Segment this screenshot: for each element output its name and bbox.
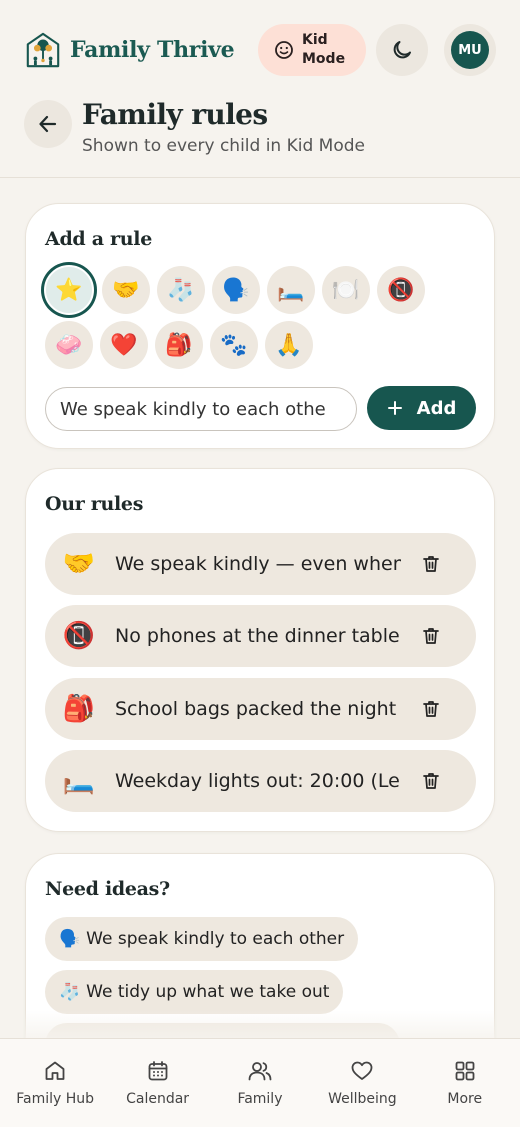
idea-chip[interactable]: 🗣️ We speak kindly to each other xyxy=(45,917,359,961)
emoji-option[interactable]: ❤️ xyxy=(100,321,148,369)
nav-family[interactable]: Family xyxy=(210,1039,310,1127)
rule-item[interactable]: 🛏️ Weekday lights out: 20:00 (Ler xyxy=(45,750,476,812)
rule-emoji-icon: 🛏️ xyxy=(62,766,96,796)
rule-text: Weekday lights out: 20:00 (Ler xyxy=(115,770,401,792)
emoji-option[interactable]: 📵 xyxy=(377,266,425,314)
grid-icon xyxy=(455,1061,475,1081)
nav-label: Calendar xyxy=(126,1091,190,1107)
emoji-option[interactable]: 🧦 xyxy=(157,266,205,314)
nav-calendar[interactable]: Calendar xyxy=(108,1039,208,1127)
avatar-button[interactable]: MU xyxy=(444,24,496,76)
our-rules-title: Our rules xyxy=(45,493,144,515)
dark-mode-toggle[interactable] xyxy=(376,24,428,76)
nav-label: Wellbeing xyxy=(328,1091,397,1107)
idea-chip[interactable]: 🧦 We tidy up what we take out xyxy=(45,970,344,1014)
rule-item[interactable]: 📵 No phones at the dinner table xyxy=(45,605,476,667)
our-rules-card: Our rules 🤝 We speak kindly — even when … xyxy=(25,468,495,832)
nav-wellbeing[interactable]: Wellbeing xyxy=(312,1039,412,1127)
nav-more[interactable]: More xyxy=(415,1039,515,1127)
back-button[interactable] xyxy=(24,100,72,148)
brand[interactable]: Family Thrive xyxy=(24,31,258,69)
nav-family-hub[interactable]: Family Hub xyxy=(5,1039,105,1127)
delete-rule-button[interactable] xyxy=(411,616,451,656)
top-bar: Family Thrive Kid Mode MU xyxy=(0,0,520,100)
header-divider xyxy=(0,177,520,178)
emoji-option[interactable]: 🤝 xyxy=(102,266,150,314)
emoji-option[interactable]: ⭐ xyxy=(44,265,94,315)
trash-icon xyxy=(423,701,439,717)
page-header: Family rules Shown to every child in Kid… xyxy=(24,98,365,156)
kid-mode-button[interactable]: Kid Mode xyxy=(258,24,366,76)
emoji-option[interactable]: 🙏 xyxy=(265,321,313,369)
add-rule-label: Add xyxy=(416,397,457,419)
rule-text-input[interactable]: We speak kindly to each othe xyxy=(45,387,357,431)
rule-text: No phones at the dinner table xyxy=(115,625,400,647)
bottom-nav: Family Hub Calendar Family Wellbeing Mor… xyxy=(0,1038,520,1127)
emoji-option[interactable]: 🧼 xyxy=(45,321,93,369)
family-tree-logo-icon xyxy=(26,32,60,68)
brand-name: Family Thrive xyxy=(70,37,235,63)
rule-text: School bags packed the night xyxy=(115,698,397,720)
nav-label: More xyxy=(447,1091,483,1107)
rule-emoji-icon: 📵 xyxy=(62,621,96,651)
page-title: Family rules xyxy=(82,98,268,131)
trash-icon xyxy=(423,628,439,644)
calendar-icon xyxy=(148,1061,167,1081)
trash-icon xyxy=(423,773,439,789)
add-rule-button[interactable]: Add xyxy=(367,386,476,430)
emoji-option[interactable]: 🎒 xyxy=(155,321,203,369)
idea-text: We tidy up what we take out xyxy=(86,982,330,1002)
rule-emoji-icon: 🤝 xyxy=(62,549,96,579)
idea-text: We speak kindly to each other xyxy=(86,929,345,949)
home-icon xyxy=(45,1061,65,1080)
add-rule-card: Add a rule ⭐ 🤝 🧦 🗣️ 🛏️ 🍽️ 📵 🧼 ❤️ 🎒 🐾 🙏 We speak kin… xyxy=(25,203,495,449)
delete-rule-button[interactable] xyxy=(411,761,451,801)
rule-text: We speak kindly — even when xyxy=(115,553,401,575)
rule-item[interactable]: 🎒 School bags packed the night xyxy=(45,678,476,740)
idea-emoji-icon: 🧦 xyxy=(59,982,81,1002)
ideas-title: Need ideas? xyxy=(45,878,170,900)
nav-label: Family Hub xyxy=(16,1091,95,1107)
idea-emoji-icon: 🗣️ xyxy=(59,929,81,949)
emoji-picker: ⭐ 🤝 🧦 🗣️ 🛏️ 🍽️ 📵 🧼 ❤️ 🎒 🐾 🙏 xyxy=(44,265,445,369)
emoji-option[interactable]: 🗣️ xyxy=(212,266,260,314)
scroll-fade xyxy=(25,1010,495,1040)
heart-icon xyxy=(351,1061,373,1080)
rule-item[interactable]: 🤝 We speak kindly — even when xyxy=(45,533,476,595)
trash-icon xyxy=(423,556,439,572)
emoji-option[interactable]: 🛏️ xyxy=(267,266,315,314)
moon-icon xyxy=(393,41,411,59)
rule-emoji-icon: 🎒 xyxy=(62,694,96,724)
arrow-left-icon xyxy=(39,115,57,133)
nav-label: Family xyxy=(237,1091,283,1107)
plus-icon xyxy=(387,401,402,415)
avatar: MU xyxy=(451,31,489,69)
add-rule-title: Add a rule xyxy=(45,228,152,250)
delete-rule-button[interactable] xyxy=(411,689,451,729)
emoji-option[interactable]: 🐾 xyxy=(210,321,258,369)
emoji-option[interactable]: 🍽️ xyxy=(322,266,370,314)
kid-mode-label: Kid Mode xyxy=(302,32,346,67)
smiley-icon xyxy=(275,41,293,59)
delete-rule-button[interactable] xyxy=(411,544,451,584)
page-subtitle: Shown to every child in Kid Mode xyxy=(82,136,365,156)
people-icon xyxy=(248,1062,272,1081)
